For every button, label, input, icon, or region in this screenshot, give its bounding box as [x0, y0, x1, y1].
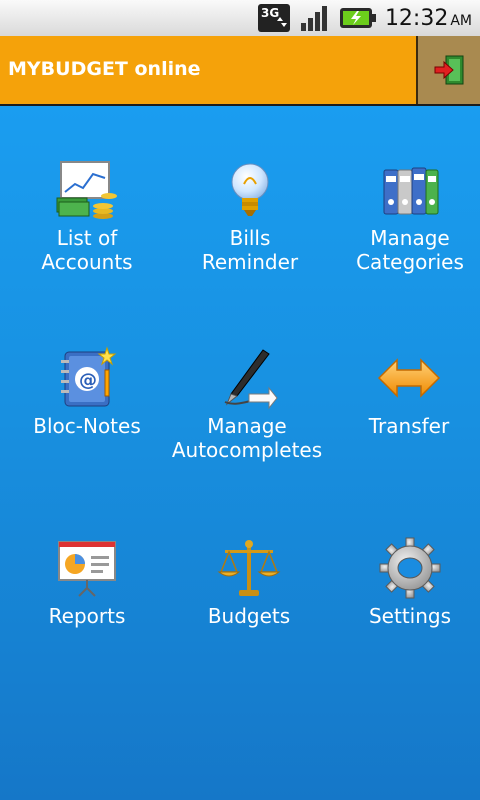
scales-icon	[217, 536, 281, 600]
main-menu: List of Accounts Bills Reminder Manage C…	[0, 106, 480, 800]
signal-icon	[299, 3, 331, 33]
presentation-icon	[55, 536, 119, 600]
bloc-notes-label: Bloc-Notes	[33, 414, 141, 438]
clock: 12:32 AM	[384, 5, 472, 31]
app-bar: MYBUDGET online	[0, 36, 480, 106]
transfer-button[interactable]: Transfer	[329, 346, 480, 438]
transfer-label: Transfer	[368, 414, 450, 438]
manage-categories-button[interactable]: Manage Categories	[330, 158, 480, 274]
bills-reminder-button[interactable]: Bills Reminder	[170, 158, 330, 274]
gear-icon	[378, 536, 442, 600]
svg-text:@: @	[79, 370, 97, 391]
reports-button[interactable]: Reports	[7, 536, 167, 628]
accounts-icon	[55, 158, 119, 222]
list-of-accounts-label: List of Accounts	[41, 226, 133, 274]
exit-button[interactable]	[416, 36, 480, 104]
manage-autocompletes-label: Manage Autocompletes	[171, 414, 323, 462]
status-bar: 3G 12:32 AM	[0, 0, 480, 36]
bills-reminder-label: Bills Reminder	[201, 226, 299, 274]
lightbulb-icon	[218, 158, 282, 222]
3g-data-icon: 3G	[257, 3, 291, 33]
pen-icon	[215, 346, 279, 410]
binders-icon	[378, 158, 442, 222]
address-book-icon: @	[55, 346, 119, 410]
settings-button[interactable]: Settings	[330, 536, 480, 628]
budgets-button[interactable]: Budgets	[169, 536, 329, 628]
svg-text:3G: 3G	[261, 6, 279, 20]
manage-categories-label: Manage Categories	[356, 226, 464, 274]
bloc-notes-button[interactable]: @ Bloc-Notes	[7, 346, 167, 438]
list-of-accounts-button[interactable]: List of Accounts	[7, 158, 167, 274]
reports-label: Reports	[48, 604, 126, 628]
manage-autocompletes-button[interactable]: Manage Autocompletes	[167, 346, 327, 462]
app-title: MYBUDGET online	[8, 58, 201, 80]
exit-door-icon	[434, 55, 464, 85]
battery-charging-icon	[339, 6, 377, 30]
settings-label: Settings	[368, 604, 452, 628]
budgets-label: Budgets	[207, 604, 291, 628]
double-arrow-icon	[377, 346, 441, 410]
